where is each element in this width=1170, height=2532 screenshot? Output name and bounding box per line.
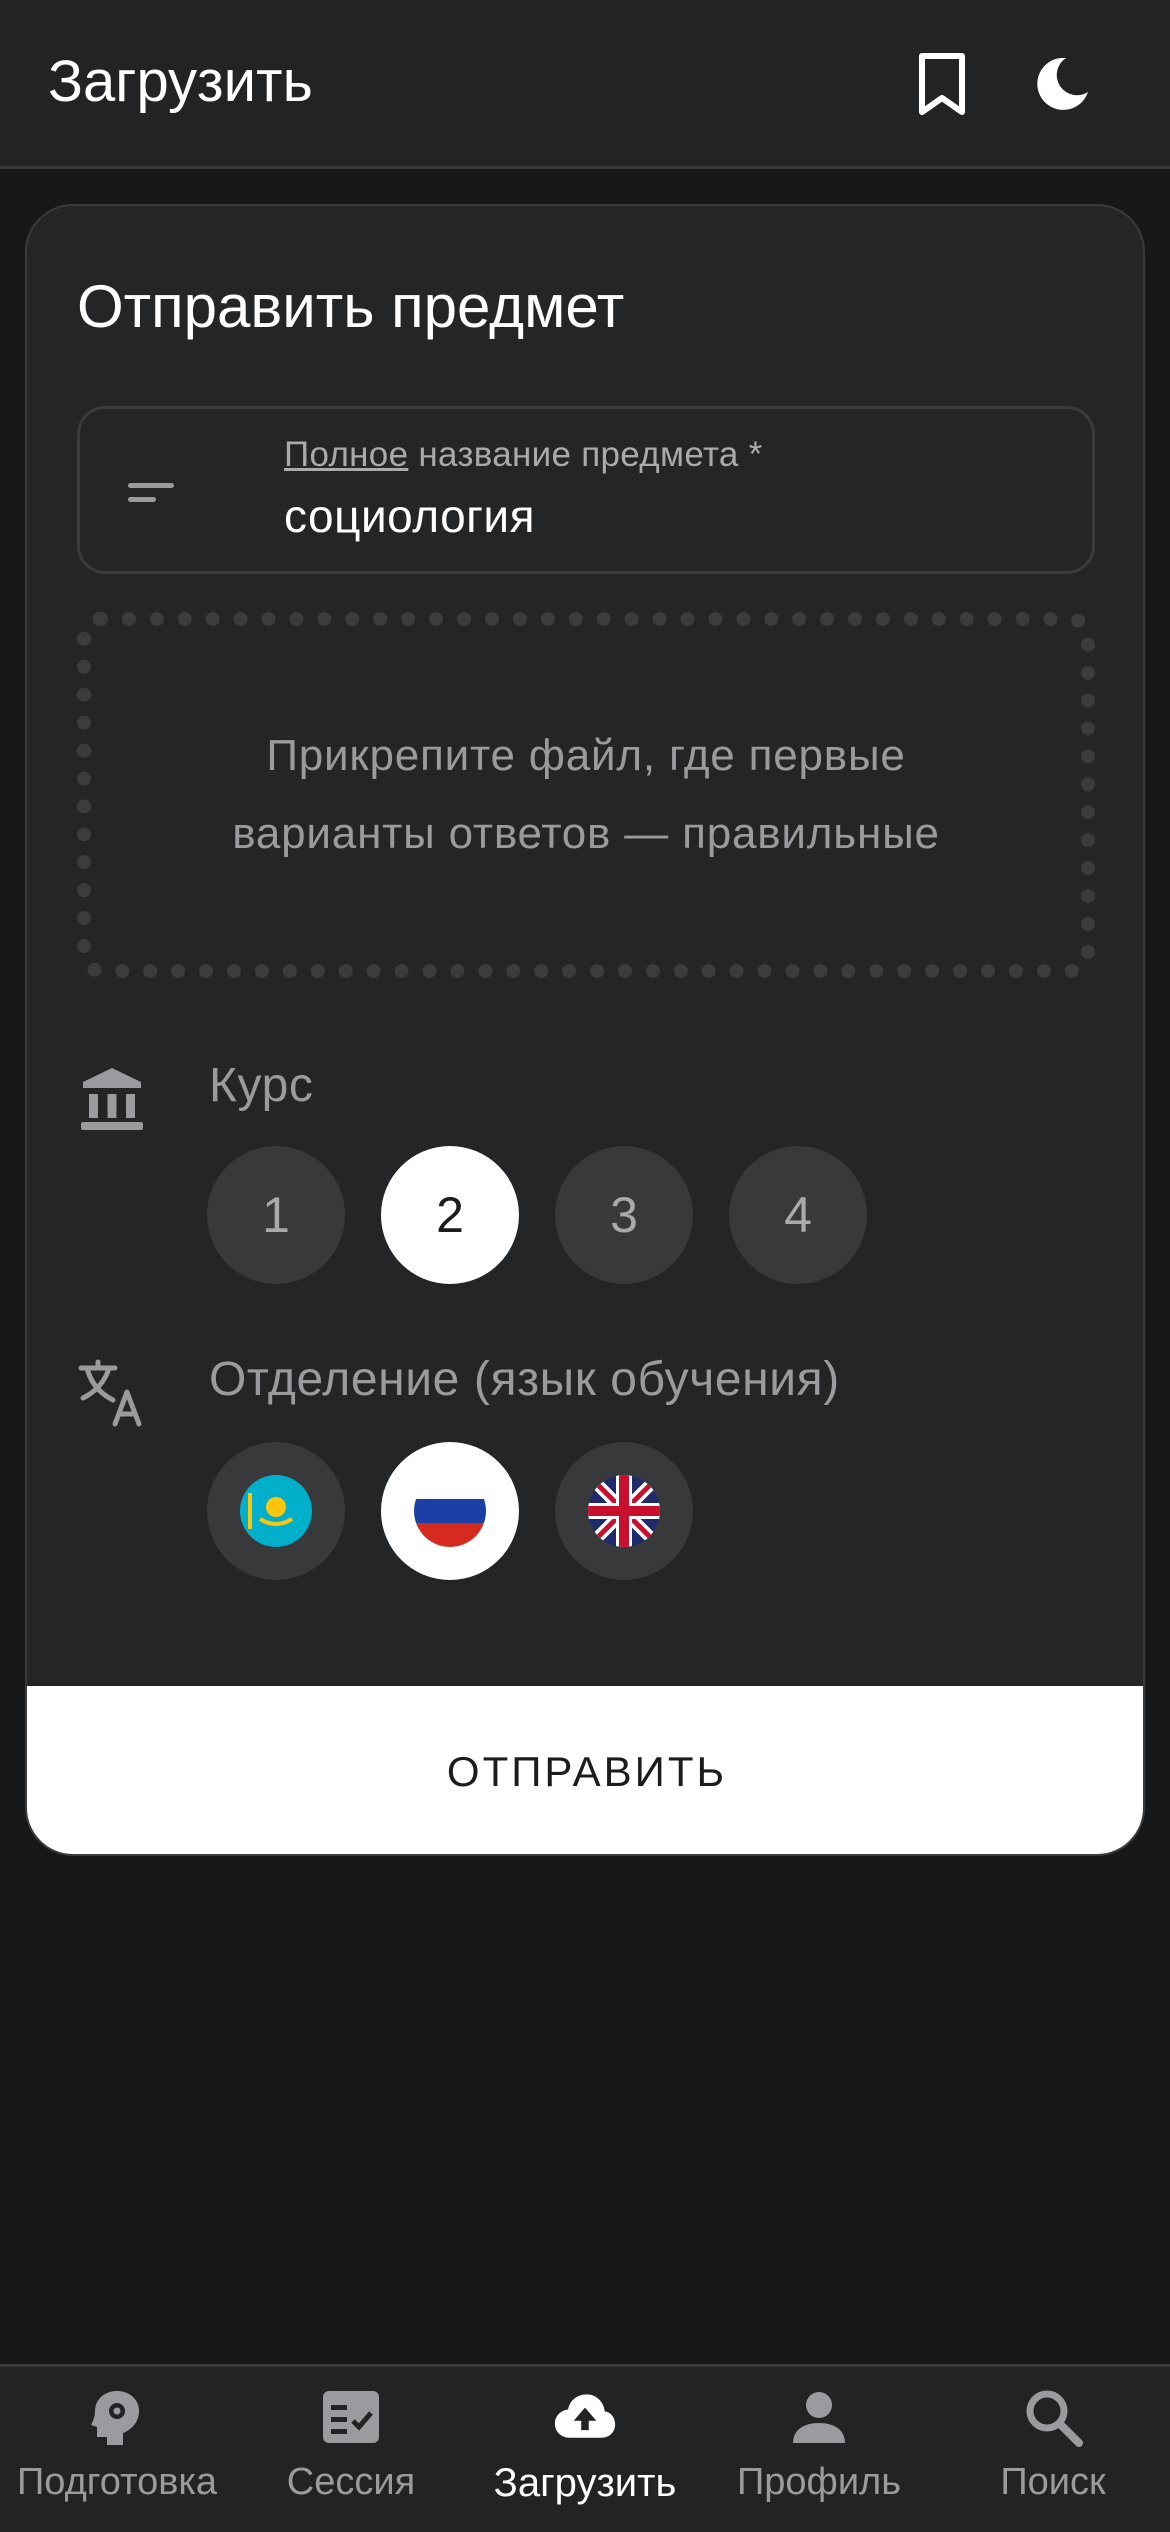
department-label: Отделение (язык обучения): [209, 1353, 840, 1406]
department-option-english[interactable]: [555, 1442, 693, 1580]
app-bar-title: Загрузить: [48, 49, 313, 114]
submit-button[interactable]: ОТПРАВИТЬ: [27, 1686, 1143, 1854]
department-option-kazakh[interactable]: [207, 1442, 345, 1580]
nav-item-upload[interactable]: Загрузить: [468, 2367, 702, 2532]
course-option-1[interactable]: 1: [207, 1146, 345, 1284]
course-option-2[interactable]: 2: [381, 1146, 519, 1284]
course-option-4[interactable]: 4: [729, 1146, 867, 1284]
bank-icon: [77, 1064, 147, 1134]
department-option-russian[interactable]: [381, 1442, 519, 1580]
subject-field-value[interactable]: социология: [284, 489, 535, 543]
dropzone-line-1: Прикрепите файл, где первые: [266, 731, 906, 780]
subject-field-label: Полное название предмета *: [284, 435, 763, 475]
checklist-icon: [319, 2385, 383, 2449]
brain-gear-icon: [85, 2385, 149, 2449]
short-text-icon: [124, 473, 184, 513]
nav-item-session[interactable]: Сессия: [234, 2367, 468, 2532]
nav-label-upload: Загрузить: [493, 2461, 677, 2505]
search-icon: [1021, 2385, 1085, 2449]
course-option-3[interactable]: 3: [555, 1146, 693, 1284]
person-icon: [787, 2385, 851, 2449]
top-app-bar: Загрузить: [0, 0, 1170, 169]
nav-label-session: Сессия: [286, 2461, 416, 2503]
nav-item-preparation[interactable]: Подготовка: [0, 2367, 234, 2532]
cloud-upload-icon: [553, 2385, 617, 2449]
nav-label-profile: Профиль: [736, 2461, 902, 2503]
uk-flag-icon: [588, 1475, 660, 1547]
subject-name-field[interactable]: Полное название предмета * социология: [77, 406, 1095, 574]
nav-item-search[interactable]: Поиск: [936, 2367, 1170, 2532]
bottom-navigation: Подготовка Сессия Загрузить Профиль Поис…: [0, 2364, 1170, 2532]
nav-label-search: Поиск: [1000, 2461, 1106, 2503]
translate-icon: [77, 1358, 147, 1428]
file-dropzone[interactable]: Прикрепите файл, где первые варианты отв…: [77, 612, 1095, 978]
moon-icon[interactable]: [1026, 48, 1098, 120]
label-underlined: Полное: [284, 435, 409, 474]
dropzone-line-2: варианты ответов — правильные: [232, 809, 940, 858]
russia-flag-icon: [414, 1475, 486, 1547]
course-label: Курс: [209, 1059, 314, 1112]
card-title: Отправить предмет: [77, 273, 625, 340]
dropzone-text: Прикрепите файл, где первые варианты отв…: [146, 717, 1026, 873]
submit-subject-card: Отправить предмет Полное название предме…: [25, 204, 1145, 1856]
label-rest: название предмета *: [408, 435, 763, 474]
nav-label-preparation: Подготовка: [16, 2461, 217, 2503]
bookmark-icon[interactable]: [906, 48, 978, 120]
kazakhstan-flag-icon: [240, 1475, 312, 1547]
nav-item-profile[interactable]: Профиль: [702, 2367, 936, 2532]
